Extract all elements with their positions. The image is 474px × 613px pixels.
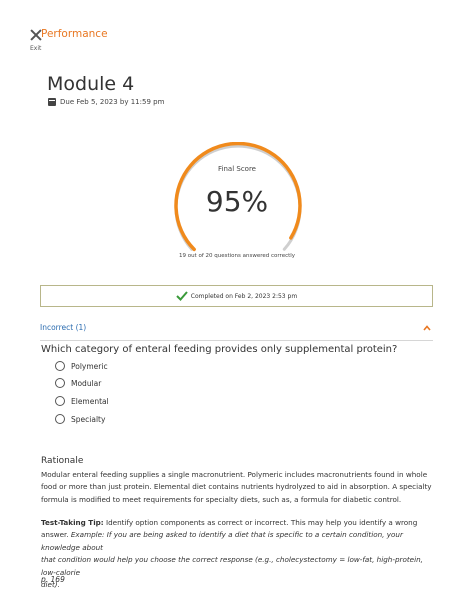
rationale-body: Modular enteral feeding supplies a singl… [41, 469, 436, 506]
radio-button[interactable] [55, 378, 65, 388]
exit-label[interactable]: Exit [30, 45, 41, 52]
question-text: Which category of enteral feeding provid… [41, 344, 398, 355]
rationale-line: Modular enteral feeding supplies a singl… [41, 470, 428, 479]
tip-label: Test-Taking Tip: [41, 518, 104, 527]
rationale-line: food or more than just protein. Elementa… [41, 482, 432, 492]
option-label: Elemental [71, 396, 109, 406]
calendar-icon [48, 98, 56, 106]
tip-line: answer. Example: If you are being asked … [41, 529, 436, 554]
tip-line: that condition would help you choose the… [41, 555, 423, 577]
option-label: Modular [71, 378, 102, 388]
incorrect-count-label: Incorrect (1) [40, 323, 87, 332]
app-title: Performance [41, 28, 108, 40]
radio-button[interactable] [55, 361, 65, 371]
due-date: Due Feb 5, 2023 by 11:59 pm [60, 98, 165, 106]
radio-button[interactable] [55, 414, 65, 424]
completion-banner: Completed on Feb 2, 2023 2:53 pm [40, 285, 433, 307]
rationale-line: formula is modified to meet requirements… [41, 494, 402, 504]
page-reference: p. 169 [41, 575, 65, 584]
option-label: Specialty [71, 414, 106, 424]
tip-text: Identify option components as correct or… [103, 518, 418, 527]
incorrect-section-header[interactable]: Incorrect (1) [40, 322, 433, 336]
chevron-up-icon[interactable] [423, 324, 431, 332]
tip-example: Example: If you are being asked to ident… [41, 530, 403, 552]
completion-text: Completed on Feb 2, 2023 2:53 pm [190, 292, 298, 300]
final-score-label: Final Score [218, 165, 256, 173]
score-summary: 19 out of 20 questions answered correctl… [178, 253, 296, 259]
answer-option[interactable]: Modular [55, 377, 101, 389]
tip-line: Test-Taking Tip: Identify option compone… [41, 517, 436, 529]
tip-line: diet). [41, 580, 60, 590]
answer-option[interactable]: Elemental [55, 395, 109, 407]
check-icon [176, 291, 188, 301]
radio-button[interactable] [55, 396, 65, 406]
due-date-row: Due Feb 5, 2023 by 11:59 pm [48, 98, 164, 106]
test-taking-tip: Test-Taking Tip: Identify option compone… [41, 517, 436, 591]
page-title: Module 4 [47, 73, 135, 95]
option-label: Polymeric [71, 361, 108, 371]
final-score-value: 95% [205, 185, 269, 218]
answer-option[interactable]: Specialty [55, 413, 105, 425]
answer-option[interactable]: Polymeric [55, 360, 108, 372]
rationale-heading: Rationale [41, 456, 84, 466]
tip-text: answer. [41, 530, 71, 540]
section-divider [40, 340, 433, 341]
